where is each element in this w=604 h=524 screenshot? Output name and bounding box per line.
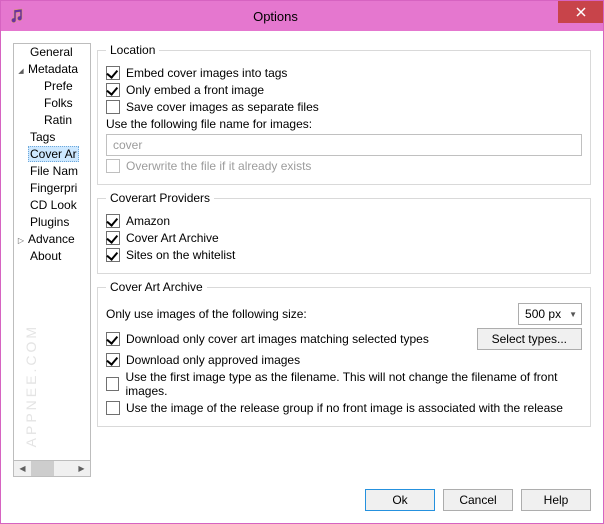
- window-title: Options: [0, 9, 558, 24]
- close-button[interactable]: [558, 1, 603, 23]
- whitelist-row: Sites on the whitelist: [106, 248, 582, 262]
- embed-checkbox[interactable]: [106, 66, 120, 80]
- use-first-type-label: Use the first image type as the filename…: [125, 370, 582, 398]
- tree-hscrollbar[interactable]: ◀ ▶: [13, 461, 91, 477]
- cancel-button[interactable]: Cancel: [443, 489, 513, 511]
- overwrite-label: Overwrite the file if it already exists: [126, 159, 311, 173]
- main-panel: Location Embed cover images into tags On…: [97, 43, 591, 477]
- scroll-left-icon[interactable]: ◀: [14, 461, 31, 476]
- scroll-track[interactable]: [31, 461, 73, 476]
- tree-item-label: About: [28, 249, 63, 263]
- save-separate-checkbox[interactable]: [106, 100, 120, 114]
- amazon-label: Amazon: [126, 214, 170, 228]
- caa-provider-checkbox[interactable]: [106, 231, 120, 245]
- download-approved-label: Download only approved images: [126, 353, 300, 367]
- providers-legend: Coverart Providers: [106, 191, 214, 205]
- tree-item-label: Metadata: [26, 62, 80, 76]
- filename-label: Use the following file name for images:: [106, 117, 312, 131]
- tree-item[interactable]: About: [14, 248, 90, 265]
- size-label: Only use images of the following size:: [106, 307, 307, 321]
- tree-item-label: Ratin: [42, 113, 74, 127]
- size-select[interactable]: 500 px ▼: [518, 303, 582, 325]
- titlebar: Options: [1, 1, 603, 31]
- use-first-type-row: Use the first image type as the filename…: [106, 370, 582, 398]
- tree-item[interactable]: General: [14, 44, 90, 61]
- download-types-label: Download only cover art images matching …: [126, 332, 429, 346]
- select-types-button[interactable]: Select types...: [477, 328, 582, 350]
- whitelist-label: Sites on the whitelist: [126, 248, 235, 262]
- download-types-row: Download only cover art images matching …: [106, 328, 582, 350]
- nav-tree[interactable]: General◢MetadataPrefeFolksRatinTagsCover…: [13, 43, 91, 461]
- tree-item[interactable]: CD Look: [14, 197, 90, 214]
- tree-item[interactable]: Fingerpri: [14, 180, 90, 197]
- whitelist-checkbox[interactable]: [106, 248, 120, 262]
- save-separate-label: Save cover images as separate files: [126, 100, 319, 114]
- amazon-row: Amazon: [106, 214, 582, 228]
- save-separate-row: Save cover images as separate files: [106, 100, 582, 114]
- footer: Ok Cancel Help: [1, 483, 603, 523]
- only-front-row: Only embed a front image: [106, 83, 582, 97]
- body: General◢MetadataPrefeFolksRatinTagsCover…: [1, 31, 603, 483]
- overwrite-checkbox: [106, 159, 120, 173]
- location-legend: Location: [106, 43, 159, 57]
- download-types-checkbox[interactable]: [106, 332, 120, 346]
- tree-item-label: General: [28, 45, 75, 59]
- use-first-type-checkbox[interactable]: [106, 377, 119, 391]
- ok-button[interactable]: Ok: [365, 489, 435, 511]
- tree-item[interactable]: File Nam: [14, 163, 90, 180]
- tree-item-label: CD Look: [28, 198, 79, 212]
- help-button[interactable]: Help: [521, 489, 591, 511]
- tree-item-label: Fingerpri: [28, 181, 79, 195]
- caa-provider-label: Cover Art Archive: [126, 231, 219, 245]
- tree-expand-icon[interactable]: ◢: [16, 63, 26, 80]
- tree-item-label: Cover Ar: [28, 146, 79, 162]
- tree-item[interactable]: Plugins: [14, 214, 90, 231]
- tree-item[interactable]: Cover Ar: [14, 146, 90, 163]
- chevron-down-icon: ▼: [569, 310, 577, 319]
- size-value: 500 px: [525, 307, 561, 321]
- only-front-checkbox[interactable]: [106, 83, 120, 97]
- use-release-group-row: Use the image of the release group if no…: [106, 401, 582, 415]
- download-approved-checkbox[interactable]: [106, 353, 120, 367]
- tree-item[interactable]: Tags: [14, 129, 90, 146]
- filename-input-row: [106, 134, 582, 156]
- embed-label: Embed cover images into tags: [126, 66, 287, 80]
- providers-group: Coverart Providers Amazon Cover Art Arch…: [97, 191, 591, 274]
- tree-item[interactable]: Folks: [14, 95, 90, 112]
- tree-expand-icon[interactable]: ▷: [16, 232, 26, 249]
- tree-item-label: Prefe: [42, 79, 75, 93]
- tree-item[interactable]: ◢Metadata: [14, 61, 90, 78]
- filename-label-row: Use the following file name for images:: [106, 117, 582, 131]
- overwrite-row: Overwrite the file if it already exists: [106, 159, 582, 173]
- options-window: Options General◢MetadataPrefeFolksRatinT…: [0, 0, 604, 524]
- tree-item-label: Plugins: [28, 215, 71, 229]
- tree-item-label: Tags: [28, 130, 57, 144]
- tree-item-label: Advance: [26, 232, 77, 246]
- caa-legend: Cover Art Archive: [106, 280, 207, 294]
- caa-provider-row: Cover Art Archive: [106, 231, 582, 245]
- filename-input: [106, 134, 582, 156]
- use-release-group-checkbox[interactable]: [106, 401, 120, 415]
- close-icon: [576, 7, 586, 17]
- embed-row: Embed cover images into tags: [106, 66, 582, 80]
- tree-item-label: Folks: [42, 96, 75, 110]
- use-release-group-label: Use the image of the release group if no…: [126, 401, 563, 415]
- size-row: Only use images of the following size: 5…: [106, 303, 582, 325]
- caa-group: Cover Art Archive Only use images of the…: [97, 280, 591, 427]
- location-group: Location Embed cover images into tags On…: [97, 43, 591, 185]
- tree-wrap: General◢MetadataPrefeFolksRatinTagsCover…: [13, 43, 91, 477]
- download-approved-row: Download only approved images: [106, 353, 582, 367]
- amazon-checkbox[interactable]: [106, 214, 120, 228]
- tree-item[interactable]: Ratin: [14, 112, 90, 129]
- scroll-right-icon[interactable]: ▶: [73, 461, 90, 476]
- tree-item[interactable]: ▷Advance: [14, 231, 90, 248]
- tree-item[interactable]: Prefe: [14, 78, 90, 95]
- scroll-thumb[interactable]: [31, 461, 54, 476]
- only-front-label: Only embed a front image: [126, 83, 264, 97]
- tree-item-label: File Nam: [28, 164, 80, 178]
